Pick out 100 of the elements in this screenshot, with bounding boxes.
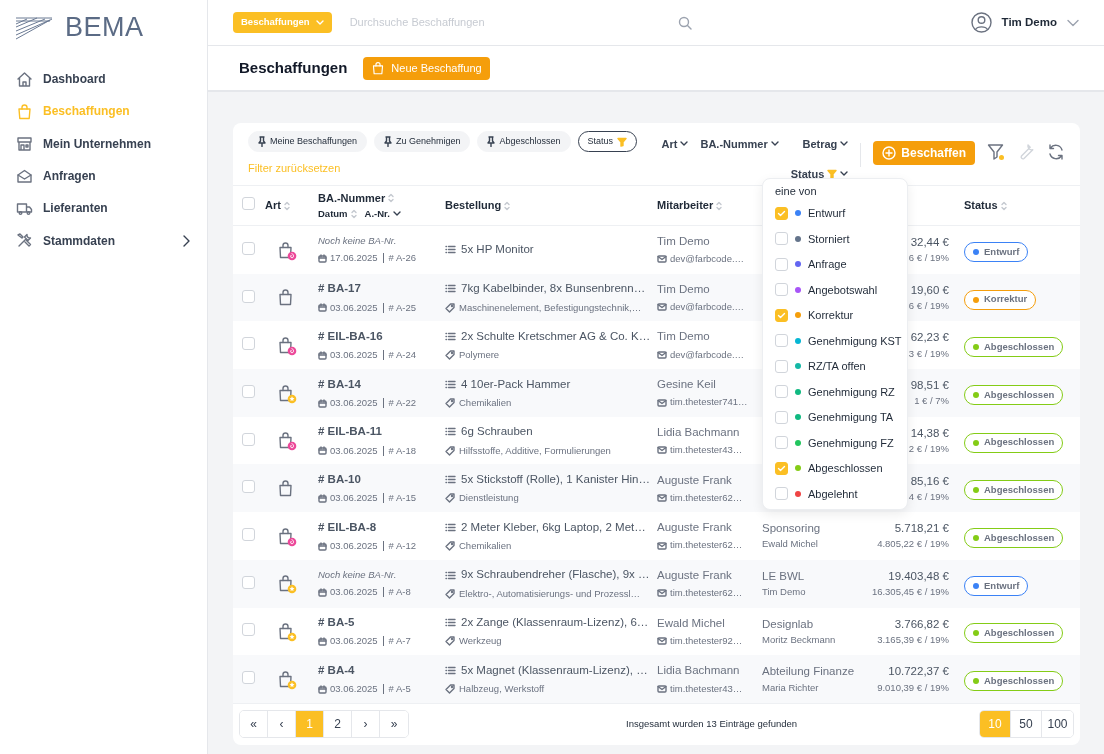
tag-icon — [445, 302, 455, 313]
status-option[interactable]: Genehmigung RZ — [808, 383, 895, 400]
check-icon — [777, 208, 786, 218]
checkbox[interactable] — [242, 623, 255, 637]
sidebar-item[interactable]: Anfragen — [0, 159, 207, 193]
checkbox[interactable] — [775, 334, 788, 348]
calendar-icon — [318, 446, 327, 456]
checkbox[interactable] — [242, 337, 255, 351]
status-option[interactable]: RZ/TA offen — [808, 358, 866, 375]
sort-dropdown[interactable]: BA.-Nummer — [700, 133, 779, 156]
checkbox[interactable] — [242, 196, 255, 210]
order-title[interactable]: 2 Meter Kleber, 6kg Laptop, 2 Met… — [461, 518, 646, 536]
checkbox[interactable] — [242, 671, 255, 685]
search-field[interactable]: Durchsuche Beschaffungen — [347, 13, 678, 32]
checkbox[interactable] — [242, 241, 255, 255]
column-header[interactable]: Art — [265, 197, 281, 214]
checkbox[interactable] — [775, 359, 788, 373]
sort-icon — [504, 200, 511, 211]
sidebar-item[interactable]: Lieferanten — [0, 192, 207, 225]
column-header[interactable]: Status — [964, 197, 998, 214]
sidebar-item[interactable]: Dashboard — [0, 63, 207, 96]
checkbox[interactable] — [242, 527, 255, 541]
order-title[interactable]: 2x Zange (Klassenraum-Lizenz), 6… — [461, 614, 649, 632]
checkbox[interactable] — [242, 480, 255, 494]
status-option[interactable]: Anfrage — [808, 256, 847, 273]
checkbox[interactable] — [775, 385, 788, 399]
checkbox[interactable] — [775, 283, 788, 297]
checkbox[interactable] — [775, 487, 788, 501]
tag-icon — [445, 398, 455, 409]
checkbox[interactable] — [775, 308, 788, 322]
filter-chip[interactable]: Zu Genehmigen — [373, 131, 471, 152]
checkbox[interactable] — [242, 432, 255, 446]
order-title[interactable]: 5x Stickstoff (Rolle), 1 Kanister Hin… — [461, 471, 650, 489]
column-header[interactable]: Mitarbeiter — [657, 197, 714, 214]
refresh-icon[interactable] — [1047, 143, 1065, 161]
status-option[interactable]: Genehmigung TA — [808, 409, 894, 426]
result-count: Insgesamt wurden 13 Einträge gefunden — [626, 717, 798, 732]
mail-icon — [657, 350, 667, 359]
sidebar-item[interactable]: Stammdaten — [0, 224, 207, 257]
amount-gross: 14,38 € — [910, 425, 949, 441]
checkbox[interactable] — [242, 384, 255, 398]
pin-icon — [258, 136, 266, 147]
status-option[interactable]: Storniert — [808, 230, 850, 247]
checkbox[interactable] — [775, 206, 788, 220]
status-option[interactable]: Abgeschlossen — [808, 460, 883, 477]
order-title[interactable]: 5x Magnet (Klassenraum-Lizenz), … — [461, 661, 648, 680]
sort-dropdown[interactable]: Art — [661, 133, 689, 156]
page-button[interactable]: « — [240, 711, 268, 738]
column-header[interactable]: Datum — [318, 206, 348, 221]
status-option[interactable]: Genehmigung KST — [808, 332, 902, 349]
order-title[interactable]: 6g Schrauben — [461, 423, 533, 441]
procurement-number: # BA-4 — [318, 662, 356, 678]
filter-chip[interactable]: Meine Beschaffungen — [248, 131, 367, 152]
checkbox[interactable] — [775, 410, 788, 424]
checkbox[interactable] — [775, 436, 788, 450]
search-icon — [677, 16, 692, 31]
sort-dropdown[interactable]: Betrag — [802, 133, 849, 156]
procurement-number: # EIL-BA-16 — [318, 328, 384, 344]
sidebar-item[interactable]: Mein Unternehmen — [0, 127, 207, 160]
date-text: 03.06.2025 — [330, 538, 378, 553]
chevron-down-icon — [315, 19, 324, 26]
email-text: tim.thetester62… — [670, 490, 743, 505]
request-number: # A-15 — [388, 491, 416, 506]
email-text: tim.thetester741… — [670, 395, 748, 410]
status-option[interactable]: Entwurf — [808, 205, 846, 222]
amount-net: 3.165,39 € / 19% — [877, 632, 949, 647]
filter-icon[interactable] — [987, 143, 1005, 161]
status-option[interactable]: Angebotswahl — [808, 281, 878, 298]
checkbox[interactable] — [242, 289, 255, 303]
checkbox[interactable] — [775, 461, 788, 475]
checkbox[interactable] — [775, 232, 788, 246]
user-name[interactable]: Tim Demo — [1001, 13, 1057, 32]
checkbox[interactable] — [242, 575, 255, 589]
employee-name: Lidia Bachmann — [657, 424, 741, 440]
date-text: 03.06.2025 — [330, 634, 378, 649]
status-option[interactable]: Genehmigung FZ — [808, 434, 894, 451]
category-text: Chemikalien — [459, 395, 512, 410]
request-number: # A-5 — [388, 682, 411, 697]
calendar-icon — [318, 398, 327, 408]
filter-chip[interactable]: Status — [577, 131, 637, 152]
order-title[interactable]: 9x Schraubendreher (Flasche), 9x … — [461, 566, 650, 584]
status-option[interactable]: Korrektur — [808, 307, 854, 324]
category-text: Werkzeug — [459, 634, 502, 649]
tag-icon — [445, 541, 455, 552]
checkbox[interactable] — [775, 257, 788, 271]
column-header[interactable]: Bestellung — [445, 197, 502, 214]
date-text: 03.06.2025 — [330, 443, 378, 458]
filter-chip[interactable]: Abgeschlossen — [477, 131, 571, 152]
order-title[interactable]: 2x Schulte Kretschmer AG & Co. K… — [461, 327, 651, 346]
order-title[interactable]: 4 10er-Pack Hammer — [461, 375, 571, 393]
status-option[interactable]: Abgelehnt — [808, 485, 858, 502]
request-number: # A-22 — [388, 395, 416, 410]
order-title[interactable]: 5x HP Monitor — [461, 241, 534, 259]
email-text: dev@farbcode.… — [670, 347, 745, 362]
list-icon — [445, 427, 456, 437]
column-header[interactable]: A.-Nr. — [364, 206, 390, 221]
order-title[interactable]: 7kg Kabelbinder, 8x Bunsenbrenn… — [461, 280, 646, 298]
date-text: 03.06.2025 — [330, 585, 378, 600]
column-header[interactable]: BA.-Nummer — [318, 190, 386, 207]
user-avatar-icon — [970, 12, 992, 33]
